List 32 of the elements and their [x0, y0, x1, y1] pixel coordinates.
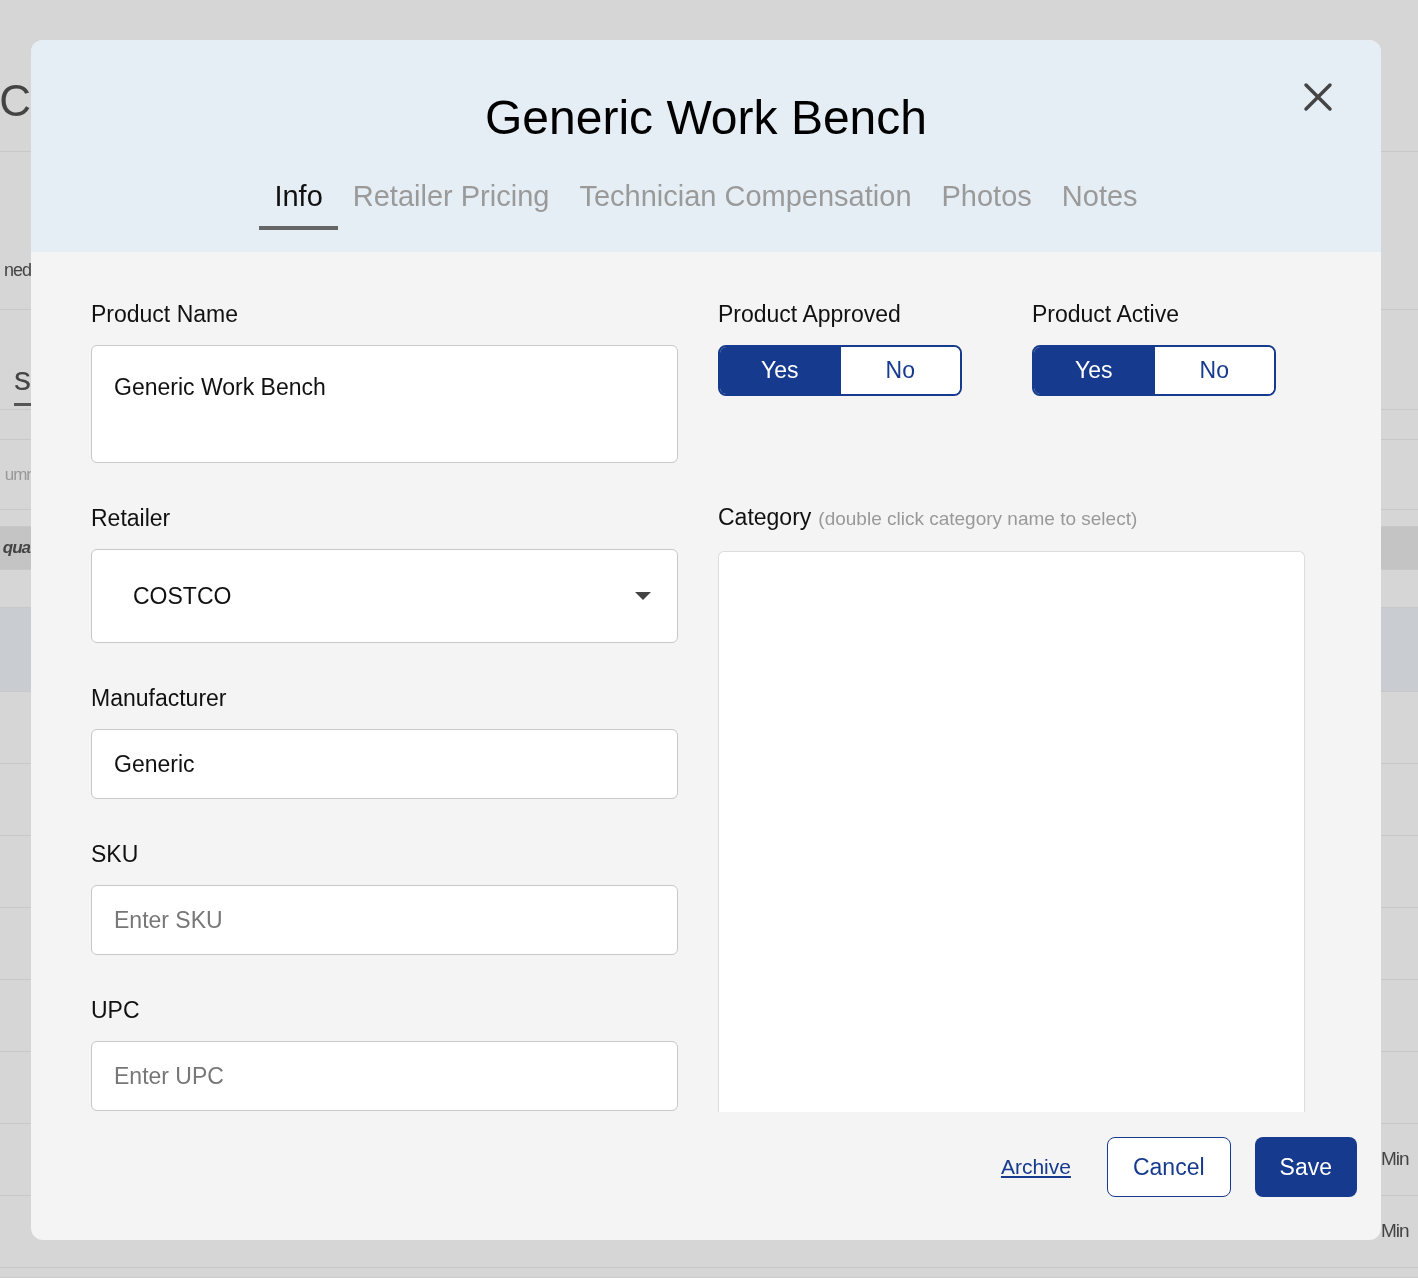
- tab[interactable]: Info: [259, 178, 338, 230]
- close-button[interactable]: [1301, 80, 1335, 114]
- toggle-option[interactable]: No: [1153, 347, 1274, 394]
- background-heading: C: [0, 74, 31, 127]
- input-field[interactable]: Enter SKU: [91, 885, 678, 955]
- input-field[interactable]: Generic: [91, 729, 678, 799]
- toggle-option[interactable]: Yes: [1034, 347, 1154, 394]
- field-label: Manufacturer: [91, 684, 227, 712]
- background-text: qua: [2, 537, 31, 560]
- toggle-option[interactable]: No: [839, 347, 960, 394]
- background-text: Min: [1381, 1219, 1409, 1244]
- field-label: Product Name: [91, 300, 238, 328]
- field-label: SKU: [91, 840, 139, 868]
- input-field[interactable]: Enter UPC: [91, 1041, 678, 1111]
- background-text: Min: [1381, 1147, 1409, 1172]
- background-text: umr: [4, 463, 31, 486]
- close-icon: [1303, 82, 1333, 112]
- caret-icon: [635, 592, 651, 600]
- field-label: UPC: [91, 996, 140, 1024]
- field-label: Retailer: [91, 504, 171, 532]
- field-label: Category: [718, 503, 812, 531]
- toggle-option[interactable]: Yes: [720, 347, 840, 394]
- hint-text: (double click category name to select): [818, 507, 1138, 531]
- archive-link[interactable]: Archive: [1000, 1151, 1071, 1183]
- field-label: Product Active: [1032, 300, 1181, 328]
- field-label: Product Approved: [718, 300, 902, 328]
- text-area[interactable]: Generic Work Bench: [91, 345, 678, 463]
- background-text: ned: [3, 259, 31, 282]
- dropdown[interactable]: COSTCO: [91, 549, 678, 643]
- cancel-button[interactable]: Cancel: [1106, 1137, 1231, 1197]
- dialog-title: Generic Work Bench: [485, 90, 927, 146]
- save-button[interactable]: Save: [1254, 1137, 1357, 1197]
